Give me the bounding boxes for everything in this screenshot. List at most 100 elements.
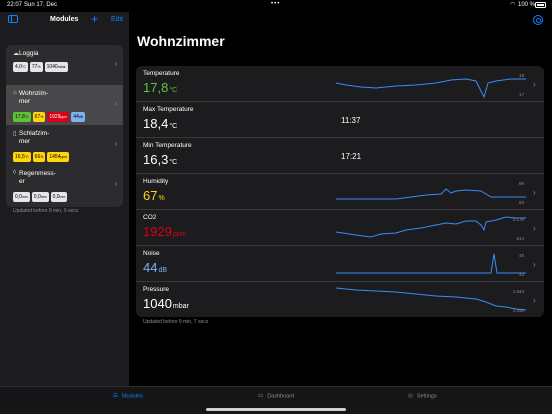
chip-value: 4,0: [15, 64, 22, 70]
measurement-label: Humidity: [143, 178, 169, 185]
measurement-label: Min Temperature: [143, 142, 192, 149]
settings-icon: ◎: [408, 393, 413, 399]
chip-value: 1929: [49, 114, 61, 120]
chevron-right-icon: ›: [114, 139, 117, 148]
measurement-label: Pressure: [143, 286, 170, 293]
chip-unit: mm: [21, 195, 28, 199]
value-number: 16,3: [143, 152, 169, 167]
sparkline-max-label: 2.176: [513, 217, 525, 222]
value-number: 44: [143, 260, 158, 275]
measurement-value: 18,4°C: [143, 116, 177, 131]
module-list: ☁ Loggia › 4,0°C 77% 1040mbar ⌂ Wohnzim- mer › 17…: [6, 45, 123, 207]
measurement-value: 17,8°C: [143, 80, 177, 95]
sparkline-line: [336, 216, 526, 238]
value-unit: %: [158, 195, 165, 202]
value-chip: 1929ppm: [47, 112, 70, 122]
tab-modules[interactable]: ☰ Modules: [113, 393, 143, 399]
module-values: 0,0mm 0,0mm 0,0mm: [13, 192, 68, 202]
measurement-row[interactable]: Temperature 17,8°C 18 17 ›: [136, 66, 544, 102]
sidebar-title: Modules: [50, 16, 79, 23]
list-icon: ☰: [113, 393, 118, 399]
module-item[interactable]: ▯ Schlafzim- mer › 16,5°C 66% 1454ppm: [6, 125, 123, 165]
sparkline-max-label: 18: [519, 73, 525, 78]
value-number: 1929: [143, 224, 172, 239]
measurement-label: Temperature: [143, 70, 180, 77]
value-number: 1040: [143, 296, 172, 311]
main-panel: Wohnzimmer Temperature 17,8°C 18 17 › Max Tem…: [129, 12, 552, 386]
chip-unit: ppm: [60, 115, 68, 119]
sparkline-line: [336, 188, 526, 200]
value-chip: 4,0°C: [13, 62, 28, 72]
chip-value: 16,5: [15, 154, 25, 160]
home-indicator: [206, 408, 346, 411]
measurement-label: Noise: [143, 250, 160, 257]
measurement-row[interactable]: CO2 1929ppm 2.176 614 ›: [136, 210, 544, 246]
chip-unit: °C: [21, 65, 26, 69]
sparkline-min-label: 614: [516, 236, 524, 241]
value-unit: °C: [169, 87, 178, 94]
module-values: 4,0°C 77% 1040mbar: [13, 62, 68, 72]
module-name: Loggia: [19, 50, 39, 57]
tab-settings[interactable]: ◎ Settings: [408, 393, 437, 399]
page-title: Wohnzimmer: [137, 33, 225, 49]
sparkline-chart: 1817: [336, 73, 526, 99]
measurement-row[interactable]: Humidity 67% 69 63 ›: [136, 174, 544, 210]
battery-icon: [535, 2, 546, 8]
edit-button[interactable]: Edit: [111, 16, 123, 23]
chevron-right-icon: ›: [533, 80, 536, 89]
value-chip: 1454ppm: [47, 152, 70, 162]
tab-dashboard[interactable]: ▭ Dashboard: [258, 393, 294, 399]
module-item[interactable]: ☁ Loggia › 4,0°C 77% 1040mbar: [6, 45, 123, 85]
module-item[interactable]: ◊ Regenmess- er › 0,0mm 0,0mm 0,0mm: [6, 165, 123, 205]
chip-value: 1040: [46, 64, 58, 70]
measurement-label: Max Temperature: [143, 106, 194, 113]
value-unit: ppm: [172, 231, 187, 238]
value-chip: 77%: [29, 62, 43, 72]
sparkline-chart: 69 63: [336, 181, 526, 205]
value-chip: 67%: [32, 112, 46, 122]
measurement-row: Min Temperature 16,3°C 17:21: [136, 138, 544, 174]
chevron-right-icon: ›: [114, 99, 117, 108]
measurement-row[interactable]: Noise 44dB 45 44 ›: [136, 246, 544, 282]
chip-unit: %: [37, 65, 41, 69]
multitasking-dots-icon[interactable]: •••: [271, 1, 280, 7]
value-unit: dB: [158, 267, 168, 274]
chip-value: 0,0: [33, 194, 41, 200]
settings-gear-icon[interactable]: [533, 15, 543, 25]
add-module-button[interactable]: +: [91, 12, 98, 26]
chevron-right-icon: ›: [114, 179, 117, 188]
measurement-value: 16,3°C: [143, 152, 177, 167]
status-date: Sun 17. Dec: [24, 2, 58, 8]
value-chip: 0,0mm: [50, 192, 68, 202]
tab-bar: ☰ Modules ▭ Dashboard ◎ Settings: [0, 386, 552, 414]
main-updated-text: Updated before 9 min, 7 secs: [143, 319, 209, 325]
value-unit: °C: [169, 159, 178, 166]
chip-unit: %: [40, 155, 44, 159]
value-chip: 16,5°C: [13, 152, 31, 162]
status-bar: 22:07 Sun 17. Dec ••• ◠ 100 %: [0, 0, 552, 12]
chevron-right-icon: ›: [533, 224, 536, 233]
sparkline-max-label: 45: [519, 253, 525, 258]
module-name: Schlafzim- mer: [19, 130, 50, 145]
sparkline-max-label: 69: [519, 181, 525, 186]
measurement-value: 1929ppm: [143, 224, 187, 239]
chip-unit: mbar: [57, 65, 66, 69]
module-name: Wohnzim- mer: [19, 90, 49, 105]
chip-unit: ppm: [60, 155, 68, 159]
wifi-icon: ◠: [510, 2, 516, 8]
sparkline-chart: 45 44: [336, 253, 526, 277]
module-item[interactable]: ⌂ Wohnzim- mer › 17,8°C 67% 1929ppm 44dB: [6, 85, 123, 125]
sparkline-min-label: 63: [519, 200, 525, 205]
chevron-right-icon: ›: [533, 296, 536, 305]
sidebar-toggle-icon[interactable]: [8, 15, 18, 23]
measurement-label: CO2: [143, 214, 157, 221]
module-values: 16,5°C 66% 1454ppm: [13, 152, 70, 162]
measurement-row: Max Temperature 18,4°C 11:37: [136, 102, 544, 138]
chip-unit: °C: [24, 115, 29, 119]
value-chip: 0,0mm: [13, 192, 30, 202]
measurement-row[interactable]: Pressure 1040mbar 1.044 1.040 ›: [136, 282, 544, 318]
value-number: 67: [143, 188, 158, 203]
module-detail-card: Temperature 17,8°C 18 17 › Max Temperature 18,…: [136, 66, 544, 317]
value-chip: 1040mbar: [44, 62, 68, 72]
value-unit: °C: [169, 123, 178, 130]
